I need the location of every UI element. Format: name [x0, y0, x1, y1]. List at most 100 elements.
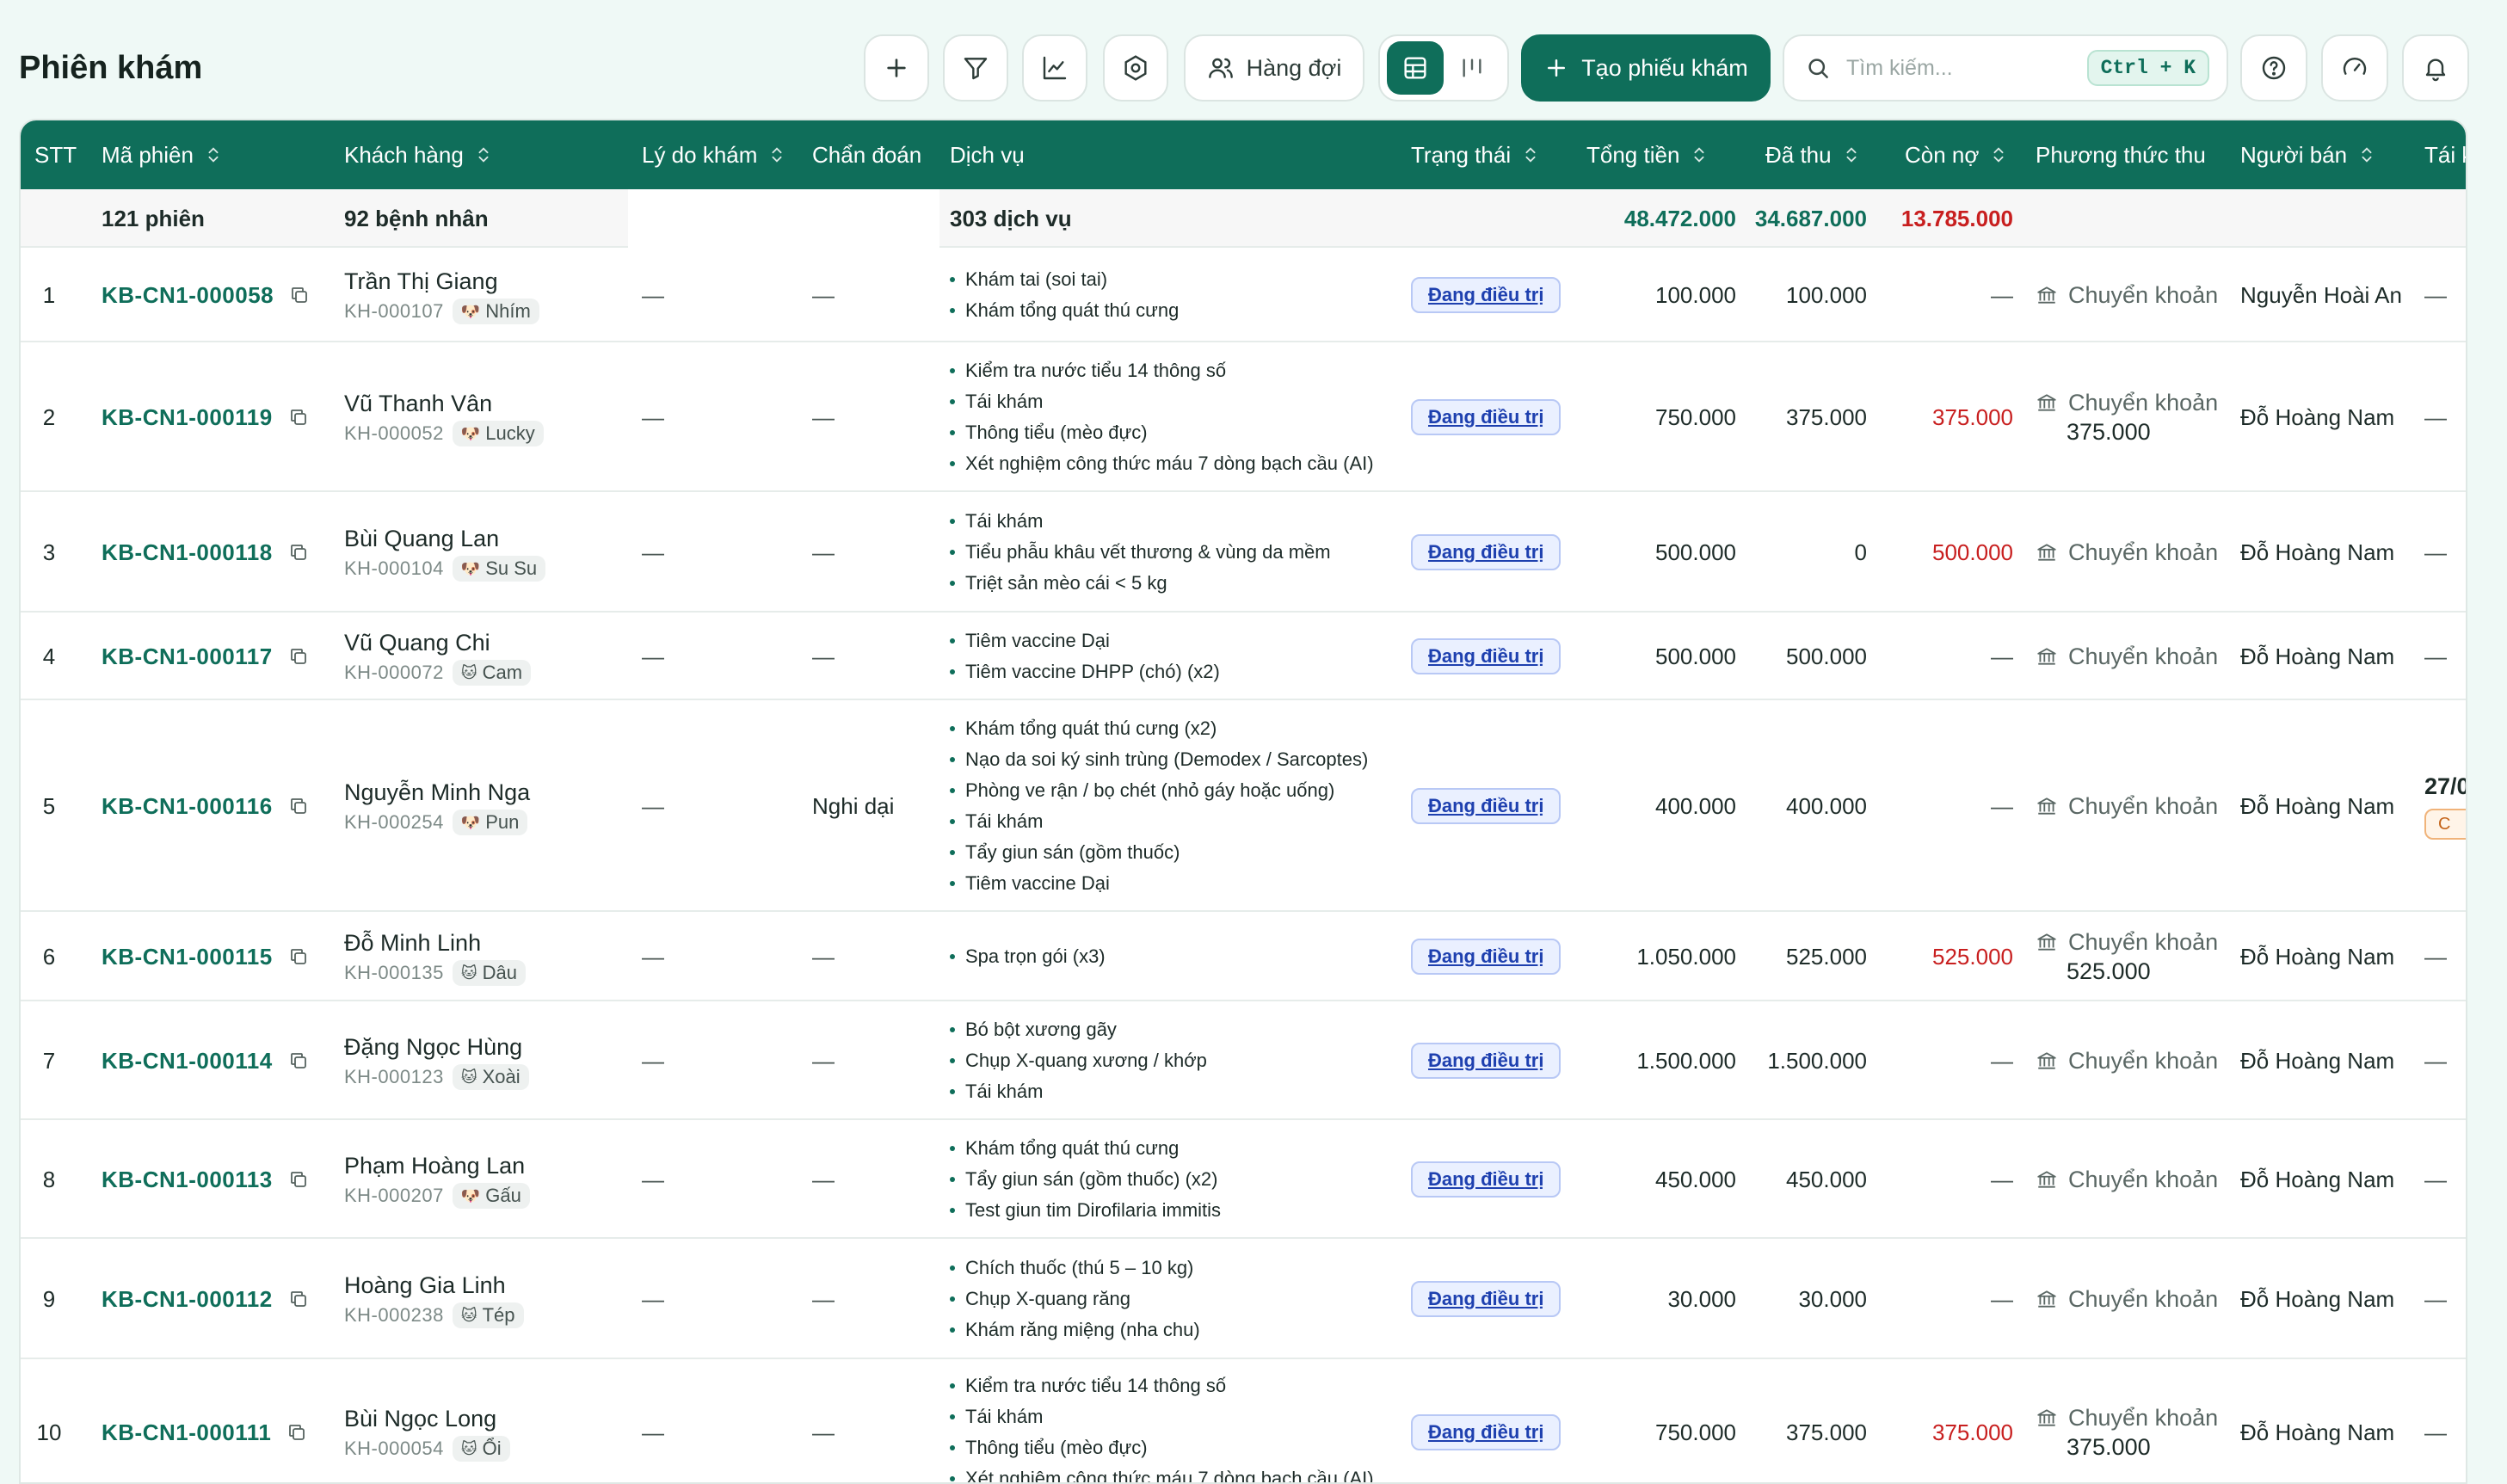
customer-name[interactable]: Nguyễn Minh Nga [344, 777, 530, 808]
session-code[interactable]: KB-CN1-000118 [102, 539, 273, 566]
add-button[interactable] [864, 34, 929, 102]
customer-name[interactable]: Bùi Ngọc Long [344, 1403, 496, 1434]
create-exam-button[interactable]: Tạo phiếu khám [1521, 34, 1771, 102]
table-row[interactable]: 3 KB-CN1-000118 Bùi Quang Lan KH-000104 … [21, 492, 2466, 613]
table-row[interactable]: 9 KB-CN1-000112 Hoàng Gia Linh KH-000238… [21, 1239, 2466, 1359]
copy-icon[interactable] [286, 1422, 307, 1443]
col-header-stt[interactable]: STT [34, 120, 77, 189]
pet-badge[interactable]: 🐱 Cam [452, 660, 532, 686]
pet-badge[interactable]: 🐱 Xoài [452, 1064, 529, 1090]
queue-button[interactable]: Hàng đợi [1184, 34, 1364, 102]
status-badge[interactable]: Đang điều trị [1411, 1414, 1561, 1450]
customer-cell[interactable]: Đặng Ngọc Hùng KH-000123 🐱 Xoài [344, 1001, 529, 1120]
copy-icon[interactable] [288, 407, 309, 428]
notifications-button[interactable] [2402, 34, 2469, 102]
session-code[interactable]: KB-CN1-000115 [102, 944, 273, 970]
col-header-customer[interactable]: Khách hàng [344, 120, 493, 189]
status-badge[interactable]: Đang điều trị [1411, 1281, 1561, 1317]
col-header-followup[interactable]: Tái k [2424, 120, 2466, 189]
table-row[interactable]: 5 KB-CN1-000116 Nguyễn Minh Nga KH-00025… [21, 700, 2466, 912]
session-code[interactable]: KB-CN1-000113 [102, 1167, 273, 1193]
session-code-cell[interactable]: KB-CN1-000058 [102, 248, 310, 342]
customer-cell[interactable]: Trần Thị Giang KH-000107 🐶 Nhím [344, 248, 539, 342]
copy-icon[interactable] [288, 1289, 309, 1309]
customer-name[interactable]: Đặng Ngọc Hùng [344, 1031, 522, 1062]
session-code[interactable]: KB-CN1-000111 [102, 1419, 271, 1446]
col-header-total[interactable]: Tổng tiền [1586, 120, 1709, 189]
copy-icon[interactable] [288, 646, 309, 667]
session-code-cell[interactable]: KB-CN1-000119 [102, 342, 309, 492]
performance-button[interactable] [2321, 34, 2388, 102]
status-badge[interactable]: Đang điều trị [1411, 1043, 1561, 1079]
session-code[interactable]: KB-CN1-000114 [102, 1048, 273, 1075]
status-badge[interactable]: Đang điều trị [1411, 939, 1561, 975]
session-code[interactable]: KB-CN1-000117 [102, 643, 273, 670]
col-header-services[interactable]: Dịch vụ [950, 120, 1025, 189]
help-button[interactable] [2240, 34, 2307, 102]
followup-chip[interactable]: C [2424, 808, 2466, 840]
customer-cell[interactable]: Bùi Quang Lan KH-000104 🐶 Su Su [344, 492, 546, 613]
session-code[interactable]: KB-CN1-000119 [102, 404, 273, 431]
session-code-cell[interactable]: KB-CN1-000114 [102, 1001, 309, 1120]
col-header-payment-method[interactable]: Phương thức thu [2036, 120, 2206, 189]
customer-name[interactable]: Vũ Thanh Vân [344, 388, 492, 419]
pet-badge[interactable]: 🐶 Gấu [452, 1183, 530, 1209]
copy-icon[interactable] [288, 1169, 309, 1190]
session-code-cell[interactable]: KB-CN1-000118 [102, 492, 309, 613]
pet-badge[interactable]: 🐱 Ổi [452, 1436, 510, 1462]
col-header-seller[interactable]: Người bán [2240, 120, 2376, 189]
table-view-button[interactable] [1387, 41, 1444, 95]
col-header-diagnosis[interactable]: Chẩn đoán [812, 120, 921, 189]
table-row[interactable]: 6 KB-CN1-000115 Đỗ Minh Linh KH-000135 🐱… [21, 912, 2466, 1001]
settings-button[interactable] [1103, 34, 1168, 102]
search-input[interactable] [1846, 55, 2087, 81]
customer-name[interactable]: Hoàng Gia Linh [344, 1270, 506, 1301]
pet-badge[interactable]: 🐱 Tép [452, 1302, 524, 1328]
table-row[interactable]: 4 KB-CN1-000117 Vũ Quang Chi KH-000072 🐱… [21, 613, 2466, 700]
customer-cell[interactable]: Phạm Hoàng Lan KH-000207 🐶 Gấu [344, 1120, 530, 1239]
table-row[interactable]: 8 KB-CN1-000113 Phạm Hoàng Lan KH-000207… [21, 1120, 2466, 1239]
col-header-reason[interactable]: Lý do khám [642, 120, 786, 189]
col-header-code[interactable]: Mã phiên [102, 120, 223, 189]
status-badge[interactable]: Đang điều trị [1411, 277, 1561, 313]
status-badge[interactable]: Đang điều trị [1411, 788, 1561, 824]
copy-icon[interactable] [289, 285, 310, 305]
session-code-cell[interactable]: KB-CN1-000112 [102, 1239, 309, 1359]
customer-cell[interactable]: Đỗ Minh Linh KH-000135 🐱 Dâu [344, 912, 526, 1001]
customer-name[interactable]: Trần Thị Giang [344, 266, 498, 297]
col-header-paid[interactable]: Đã thu [1765, 120, 1861, 189]
copy-icon[interactable] [288, 1050, 309, 1071]
pet-badge[interactable]: 🐶 Lucky [452, 421, 544, 446]
pet-badge[interactable]: 🐶 Nhím [452, 299, 539, 324]
copy-icon[interactable] [288, 542, 309, 563]
col-header-debt[interactable]: Còn nợ [1905, 120, 2008, 189]
session-code[interactable]: KB-CN1-000058 [102, 282, 274, 309]
session-code-cell[interactable]: KB-CN1-000115 [102, 912, 309, 1001]
table-row[interactable]: 10 KB-CN1-000111 Bùi Ngọc Long KH-000054… [21, 1359, 2466, 1482]
session-code[interactable]: KB-CN1-000112 [102, 1286, 273, 1313]
session-code-cell[interactable]: KB-CN1-000111 [102, 1359, 307, 1482]
copy-icon[interactable] [288, 946, 309, 967]
pet-badge[interactable]: 🐶 Pun [452, 810, 528, 835]
customer-name[interactable]: Đỗ Minh Linh [344, 927, 481, 958]
customer-name[interactable]: Phạm Hoàng Lan [344, 1150, 525, 1181]
session-code-cell[interactable]: KB-CN1-000117 [102, 613, 309, 700]
customer-name[interactable]: Vũ Quang Chi [344, 627, 490, 658]
col-header-status[interactable]: Trạng thái [1411, 120, 1540, 189]
filter-button[interactable] [943, 34, 1008, 102]
session-code-cell[interactable]: KB-CN1-000113 [102, 1120, 309, 1239]
status-badge[interactable]: Đang điều trị [1411, 534, 1561, 570]
session-code-cell[interactable]: KB-CN1-000116 [102, 700, 309, 912]
pet-badge[interactable]: 🐱 Dâu [452, 960, 526, 986]
chart-button[interactable] [1022, 34, 1087, 102]
status-badge[interactable]: Đang điều trị [1411, 638, 1561, 674]
customer-cell[interactable]: Nguyễn Minh Nga KH-000254 🐶 Pun [344, 700, 530, 912]
pet-badge[interactable]: 🐶 Su Su [452, 556, 546, 582]
customer-cell[interactable]: Hoàng Gia Linh KH-000238 🐱 Tép [344, 1239, 524, 1359]
table-row[interactable]: 1 KB-CN1-000058 Trần Thị Giang KH-000107… [21, 248, 2466, 342]
search-box[interactable]: Ctrl + K [1783, 34, 2228, 102]
table-row[interactable]: 7 KB-CN1-000114 Đặng Ngọc Hùng KH-000123… [21, 1001, 2466, 1120]
customer-name[interactable]: Bùi Quang Lan [344, 523, 499, 554]
customer-cell[interactable]: Vũ Thanh Vân KH-000052 🐶 Lucky [344, 342, 544, 492]
customer-cell[interactable]: Bùi Ngọc Long KH-000054 🐱 Ổi [344, 1359, 510, 1482]
